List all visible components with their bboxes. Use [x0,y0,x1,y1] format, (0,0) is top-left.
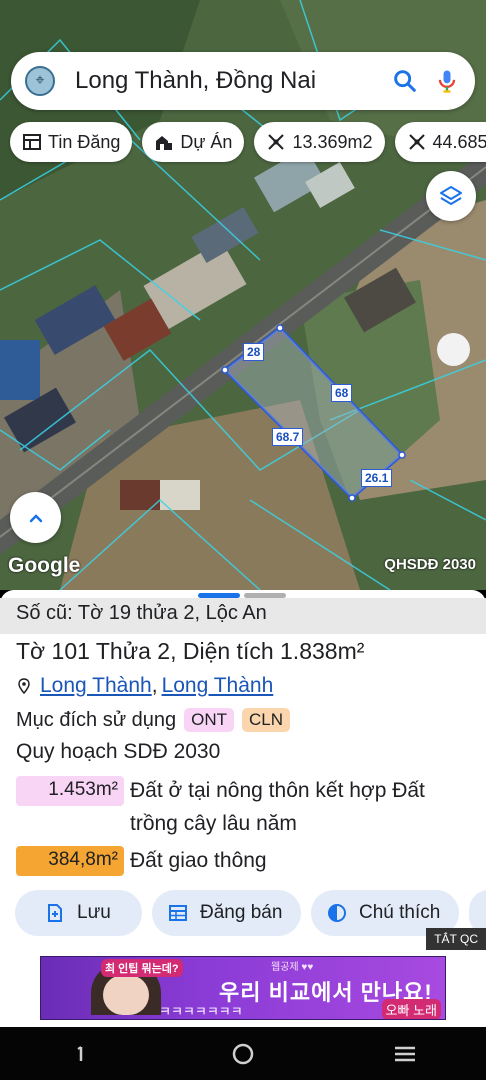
land-use-description: Đất ở tại nông thôn kết hợp Đất trồng câ… [130,779,425,835]
purpose-tag-ont: ONT [184,708,235,732]
chip-distance-measure[interactable]: 44.685m [394,122,486,162]
chip-area-measure[interactable]: 13.369m2 [254,122,385,162]
ad-bubble: 최 인팁 뭐는데? [101,959,183,977]
action-buttons: Lưu Đăng bán Chú thích [15,890,486,936]
purpose-label: Mục đích sử dụng [16,708,177,731]
home-button[interactable] [223,1034,263,1074]
filter-chips: Tin Đăng Dự Án 13.369m2 44.685m [10,122,486,162]
map-avatar-icon[interactable]: ⌖ [25,66,55,96]
post-sale-label: Đăng bán [200,902,283,923]
ward-link[interactable]: Long Thành [162,674,274,698]
land-use-row: 384,8m² Đất giao thông [16,846,470,877]
table-icon [169,905,187,921]
contrast-icon [328,904,346,922]
measure-icon [408,134,425,150]
map-layer-label: QHSDĐ 2030 [384,556,476,573]
location-dot[interactable] [437,333,470,366]
district-link[interactable]: Long Thành [40,674,152,698]
save-button[interactable]: Lưu [15,890,142,936]
land-use-area: 384,8m² [16,846,124,876]
plan-title: Quy hoạch SDĐ 2030 [16,740,221,763]
post-sale-button[interactable]: Đăng bán [152,890,301,936]
ad-face-image [103,975,149,1015]
chip-label: 13.369m2 [292,131,373,152]
map-view[interactable]: 28 68 68.7 26.1 ⌖ Long Thành, Đồng Nai T… [0,0,486,590]
chevron-up-icon [29,513,42,522]
ad-tag: 오빠 노래 [381,999,441,1019]
layers-button[interactable] [426,171,476,221]
back-button[interactable] [385,1034,425,1074]
project-icon [156,136,173,150]
parcel-info-sheet: Số cũ: Tờ 19 thửa 2, Lộc An Tờ 101 Thửa … [0,590,486,1027]
location-separator: , [151,674,158,697]
measure-icon [268,134,285,150]
chip-tin-dang[interactable]: Tin Đăng [10,122,133,162]
recents-button[interactable] [61,1034,101,1074]
ad-close-button[interactable]: TẮT QC [426,928,486,950]
land-purpose: Mục đích sử dụng ONT CLN [16,708,291,732]
search-icon[interactable] [391,67,419,95]
system-navigation-bar [0,1027,486,1080]
ad-banner[interactable]: 최 인팁 뭐는데? 웹공제 ♥♥ 우리 비교에서 만나요! ㅋㅋㅋㅋㅋㅋㅋ 오빠… [40,956,446,1020]
search-input[interactable]: Long Thành, Đồng Nai [75,67,391,95]
google-logo: Google [8,554,81,577]
dimension-label: 68.7 [272,428,304,446]
land-use-area: 1.453m² [16,776,124,806]
land-use-row: 1.453m² Đất ở tại nông thôn kết hợp Đất … [16,776,470,840]
parcel-location: Long Thành , Long Thành [16,674,273,698]
save-label: Lưu [77,902,111,923]
location-pin-icon [18,678,30,694]
home-icon [232,1043,254,1064]
legend-label: Chú thích [359,902,441,923]
old-parcel-info: Số cũ: Tờ 19 thửa 2, Lộc An [0,598,486,634]
dimension-label: 26.1 [361,469,393,487]
chip-label: 44.685m [432,131,486,152]
collapse-button[interactable] [10,492,61,543]
chip-label: Tin Đăng [48,131,121,152]
land-use-description: Đất giao thông [130,849,267,872]
listing-icon [23,134,41,150]
chip-du-an[interactable]: Dự Án [142,122,245,162]
layers-icon [440,186,462,205]
menu-lines-icon [395,1046,415,1061]
search-bar[interactable]: ⌖ Long Thành, Đồng Nai [11,52,475,110]
bookmark-add-icon [48,904,62,922]
parcel-title: Tờ 101 Thửa 2, Diện tích 1.838m² [16,638,365,664]
ad-subline: ㅋㅋㅋㅋㅋㅋㅋ [159,1004,243,1019]
recents-icon [77,1045,83,1061]
purpose-tag-cln: CLN [242,708,291,732]
dimension-label: 68 [331,384,353,402]
mic-icon[interactable] [433,67,461,95]
dimension-label: 28 [243,343,265,361]
ad-small-text: 웹공제 ♥♥ [271,962,314,973]
chip-label: Dự Án [180,131,233,152]
